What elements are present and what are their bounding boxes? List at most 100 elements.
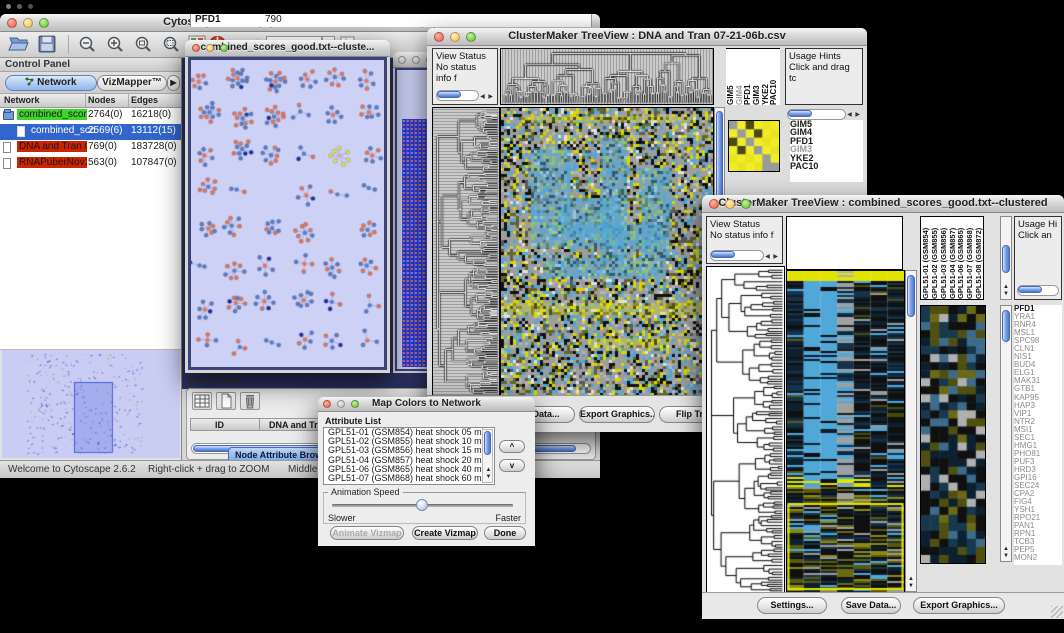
row-label[interactable]: GIM4	[790, 128, 863, 136]
row-label[interactable]: MSL1	[1014, 329, 1062, 337]
row-label[interactable]: VIP1	[1014, 410, 1062, 418]
minimize-icon[interactable]	[206, 44, 214, 52]
resize-grip[interactable]	[1051, 606, 1063, 618]
network-view-2[interactable]	[402, 119, 430, 367]
row-label[interactable]: YKE2	[790, 154, 863, 162]
tv1-heatmap[interactable]	[500, 107, 714, 397]
row-label[interactable]: YSH1	[1014, 506, 1062, 514]
row-label[interactable]: PFD1	[1014, 305, 1062, 313]
minimize-icon[interactable]	[450, 32, 460, 42]
delete-trash-icon[interactable]	[240, 392, 260, 410]
network-list-item[interactable]: DNA and Tran 07 769(0) 183728(0)	[0, 140, 181, 156]
tab-vizmapper[interactable]: VizMapper™	[97, 75, 167, 91]
export-graphics-button[interactable]: Export Graphics...	[913, 597, 1005, 614]
row-label[interactable]: PUF3	[1014, 458, 1062, 466]
close-icon[interactable]	[323, 400, 331, 408]
attribute-list[interactable]: GPL51-01 (GSM854) heat shock 05 minGPL51…	[323, 427, 495, 485]
data-table-row[interactable]: PFD1 790	[190, 14, 592, 27]
close-icon[interactable]	[192, 44, 200, 52]
tv2-zoom-heatmap[interactable]	[920, 305, 986, 564]
zoom-window-icon[interactable]	[351, 400, 359, 408]
column-label[interactable]: GPL51-02 (GSM855)	[930, 217, 939, 299]
row-label[interactable]: RNR4	[1014, 321, 1062, 329]
row-label[interactable]: PFD1	[790, 137, 863, 145]
new-attribute-icon[interactable]	[216, 392, 236, 410]
column-label[interactable]: GIM5	[726, 49, 735, 105]
tv2-heatmap-vscrollbar[interactable]: ▲▼	[905, 270, 917, 592]
close-icon[interactable]	[434, 32, 444, 42]
row-label[interactable]: MAK31	[1014, 377, 1062, 385]
row-label[interactable]: GIM3	[790, 145, 863, 153]
column-label[interactable]: PAC10	[769, 49, 778, 105]
zoom-window-icon[interactable]	[466, 32, 476, 42]
row-label[interactable]: MON2	[1014, 554, 1062, 562]
column-label[interactable]: GPL51-01 (GSM854)	[921, 217, 930, 299]
close-icon[interactable]	[709, 199, 719, 209]
tv2-titlebar[interactable]: ClusterMaker TreeView : combined_scores_…	[702, 195, 1064, 213]
close-icon[interactable]	[7, 18, 17, 28]
column-label[interactable]: GPL51-03 (GSM856)	[939, 217, 948, 299]
row-label[interactable]: NTR2	[1014, 418, 1062, 426]
tv1-row-dendrogram[interactable]	[432, 107, 500, 397]
minimize-icon[interactable]	[337, 400, 345, 408]
column-label[interactable]: GPL51-06 (GSM865)	[956, 217, 965, 299]
tv1-column-dendrogram[interactable]	[500, 48, 714, 105]
tv2-status-scrollbar[interactable]: ◀ ▶	[710, 250, 779, 261]
vscroll-thumb[interactable]	[907, 275, 915, 317]
network-view-1[interactable]	[188, 57, 387, 370]
row-label[interactable]: PEP5	[1014, 546, 1062, 554]
minimize-icon[interactable]	[23, 18, 33, 28]
zoom-in-icon[interactable]	[106, 35, 130, 55]
tv2-column-dendrogram-area[interactable]	[786, 216, 903, 270]
save-icon[interactable]	[38, 35, 62, 55]
done-button[interactable]: Done	[484, 526, 526, 540]
row-label[interactable]: SEC24	[1014, 482, 1062, 490]
column-label[interactable]: GPL51-07 (GSM868)	[965, 217, 974, 299]
attribute-list-item[interactable]: GPL51-07 (GSM868) heat shock 60 min	[326, 474, 494, 483]
row-label[interactable]: HAP3	[1014, 402, 1062, 410]
list-vscrollbar[interactable]: ▲▼	[482, 429, 493, 483]
row-label[interactable]: RPN1	[1014, 530, 1062, 538]
network-list-item[interactable]: combined_scores 2764(0) 16218(0)	[0, 108, 181, 124]
tv2-usage-scrollbar[interactable]	[1017, 285, 1059, 296]
row-label[interactable]: BUD4	[1014, 361, 1062, 369]
birdseye-view[interactable]	[2, 350, 180, 458]
export-graphics-button[interactable]: Export Graphics...	[579, 406, 655, 423]
settings-button[interactable]: Settings...	[757, 597, 827, 614]
row-label[interactable]: CPA2	[1014, 490, 1062, 498]
move-up-button[interactable]: ^	[499, 440, 525, 453]
tv1-status-scrollbar[interactable]: ◀ ▶	[436, 90, 494, 101]
tv1-titlebar[interactable]: ClusterMaker TreeView : DNA and Tran 07-…	[427, 28, 867, 46]
row-label[interactable]: GIM5	[790, 120, 863, 128]
row-label[interactable]: TCB3	[1014, 538, 1062, 546]
row-label[interactable]: NIS1	[1014, 353, 1062, 361]
zoom-out-icon[interactable]	[78, 35, 102, 55]
speed-slider-thumb[interactable]	[416, 499, 428, 511]
zoom-fit-icon[interactable]	[162, 35, 186, 55]
tv2-zoom-vscrollbar[interactable]: ▲▼	[1000, 305, 1012, 562]
row-label[interactable]: KAP95	[1014, 394, 1062, 402]
column-label[interactable]: GPL51-08 (GSM872)	[974, 217, 983, 299]
tv2-collabel-scrollbar[interactable]: ▲▼	[1000, 216, 1012, 300]
network-list-item[interactable]: combined_sco 2569(6) 13112(15)	[0, 124, 181, 140]
create-vizmap-button[interactable]: Create Vizmap	[412, 526, 478, 540]
zoom-window-icon[interactable]	[220, 44, 228, 52]
minimize-icon[interactable]	[725, 199, 735, 209]
row-label[interactable]: CLN1	[1014, 345, 1062, 353]
minimize-icon[interactable]	[412, 56, 420, 64]
row-label[interactable]: HMG1	[1014, 442, 1062, 450]
tab-network[interactable]: Network	[5, 75, 97, 91]
table-grid-icon[interactable]	[192, 392, 212, 410]
close-icon[interactable]	[398, 56, 406, 64]
row-label[interactable]: FIG4	[1014, 498, 1062, 506]
move-down-button[interactable]: v	[499, 459, 525, 472]
row-label[interactable]: PHO81	[1014, 450, 1062, 458]
zoom-selected-icon[interactable]	[134, 35, 158, 55]
open-file-icon[interactable]	[8, 35, 32, 55]
animate-vizmap-button[interactable]: Animate Vizmap	[330, 526, 404, 540]
row-label[interactable]: PAC10	[790, 162, 863, 170]
network-list-item[interactable]: RNAPuberNov2+ 563(0) 107847(0)	[0, 156, 181, 172]
tab-overflow[interactable]: ▶	[167, 75, 180, 91]
row-label[interactable]: RPO21	[1014, 514, 1062, 522]
column-label[interactable]: GIM3	[752, 49, 761, 105]
